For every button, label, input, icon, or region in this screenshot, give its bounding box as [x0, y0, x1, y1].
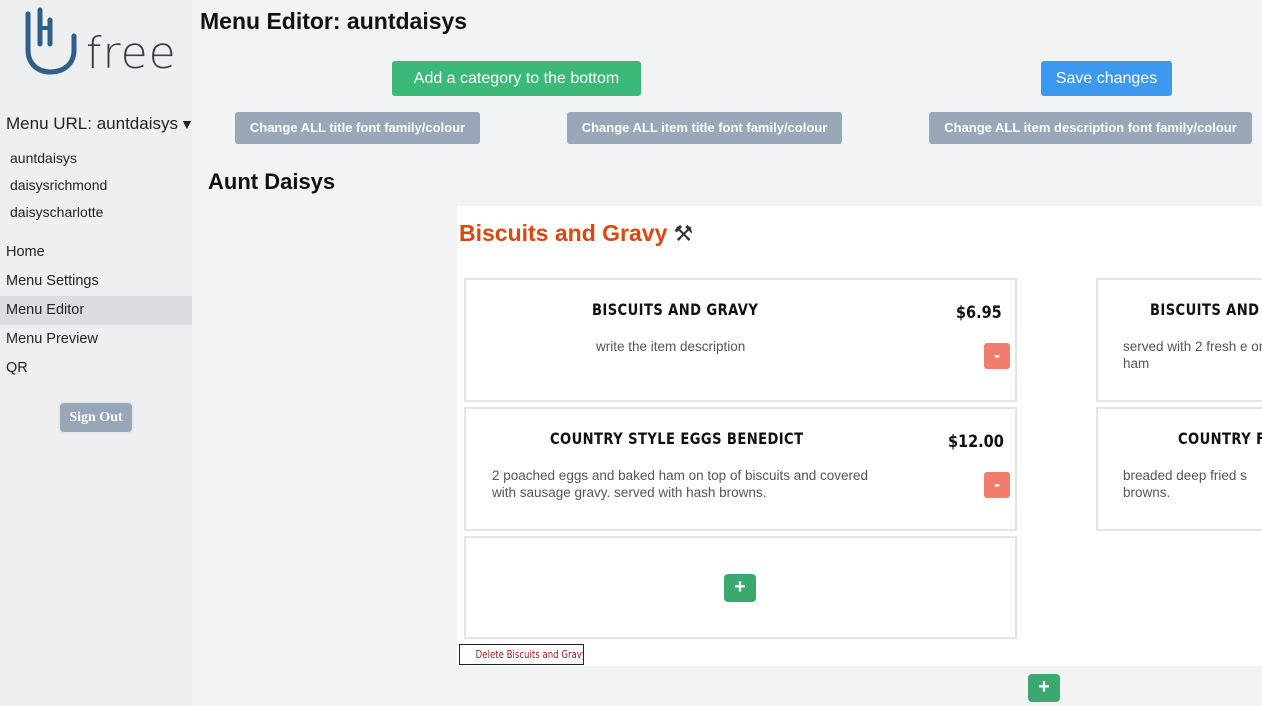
change-item-title-font-button[interactable]: Change ALL item title font family/colour	[567, 112, 842, 144]
sidebar-nav: Home Menu Settings Menu Editor Menu Prev…	[0, 238, 192, 383]
delete-category-label: Delete Biscuits and Gravy	[475, 648, 584, 661]
menu-url-list: auntdaisys daisysrichmond daisyscharlott…	[10, 150, 107, 231]
category-title-text: Biscuits and Gravy	[459, 220, 668, 246]
page-title: Menu Editor: auntdaisys	[200, 8, 468, 34]
remove-item-button[interactable]: -	[984, 472, 1010, 498]
caret-down-icon: ▼	[179, 116, 194, 132]
change-item-description-font-button[interactable]: Change ALL item description font family/…	[929, 112, 1252, 144]
item-price: $6.95	[956, 303, 1002, 323]
category-title[interactable]: Biscuits and Gravy ⚒	[459, 220, 693, 247]
nav-menu-preview[interactable]: Menu Preview	[0, 325, 192, 354]
nav-menu-editor[interactable]: Menu Editor	[0, 296, 192, 325]
menu-url-dropdown[interactable]: Menu URL: auntdaisys ▼	[6, 114, 194, 134]
logo-text: free	[86, 28, 177, 79]
menu-url-label: Menu URL: auntdaisys	[6, 114, 178, 133]
add-item-button[interactable]: +	[724, 574, 756, 602]
nav-home[interactable]: Home	[0, 238, 192, 267]
add-category-below-button[interactable]: +	[1028, 674, 1060, 702]
item-title: COUNTRY STYLE EGGS BENEDICT	[550, 429, 804, 448]
menu-item-card[interactable]: BISCUITS AND served with 2 fresh e or ha…	[1096, 278, 1262, 402]
nav-qr[interactable]: QR	[0, 354, 192, 383]
sign-out-button[interactable]: Sign Out	[60, 403, 132, 432]
url-item-daisyscharlotte[interactable]: daisyscharlotte	[10, 204, 107, 231]
brand-logo[interactable]: free	[20, 6, 177, 80]
url-item-auntdaisys[interactable]: auntdaisys	[10, 150, 107, 177]
hand-logo-icon	[25, 7, 77, 75]
item-title: BISCUITS AND	[1150, 300, 1260, 319]
hammer-pick-icon[interactable]: ⚒	[673, 221, 693, 246]
save-changes-button[interactable]: Save changes	[1041, 61, 1172, 96]
menu-item-card[interactable]: COUNTRY F breaded deep fried s browns.	[1096, 407, 1262, 531]
restaurant-name: Aunt Daisys	[208, 169, 336, 194]
menu-item-card[interactable]: BISCUITS AND GRAVY $6.95 write the item …	[464, 278, 1017, 402]
add-item-card: +	[464, 536, 1017, 639]
item-description: served with 2 fresh e or ham	[1123, 339, 1262, 371]
item-description: 2 poached eggs and baked ham on top of b…	[492, 468, 869, 500]
item-price: $12.00	[948, 432, 1004, 452]
item-title: COUNTRY F	[1178, 429, 1262, 448]
item-description: breaded deep fried s browns.	[1123, 468, 1247, 500]
item-description: write the item description	[596, 339, 746, 354]
sidebar: free Menu URL: auntdaisys ▼ auntdaisys da…	[0, 0, 194, 706]
menu-item-card[interactable]: COUNTRY STYLE EGGS BENEDICT $12.00 2 poa…	[464, 407, 1017, 531]
item-title: BISCUITS AND GRAVY	[592, 300, 759, 319]
remove-item-button[interactable]: -	[984, 343, 1010, 369]
change-title-font-button[interactable]: Change ALL title font family/colour	[235, 112, 480, 144]
url-item-daisysrichmond[interactable]: daisysrichmond	[10, 177, 107, 204]
nav-menu-settings[interactable]: Menu Settings	[0, 267, 192, 296]
delete-category-button[interactable]: Delete Biscuits and Gravy	[459, 644, 584, 665]
add-category-button[interactable]: Add a category to the bottom	[392, 61, 641, 96]
